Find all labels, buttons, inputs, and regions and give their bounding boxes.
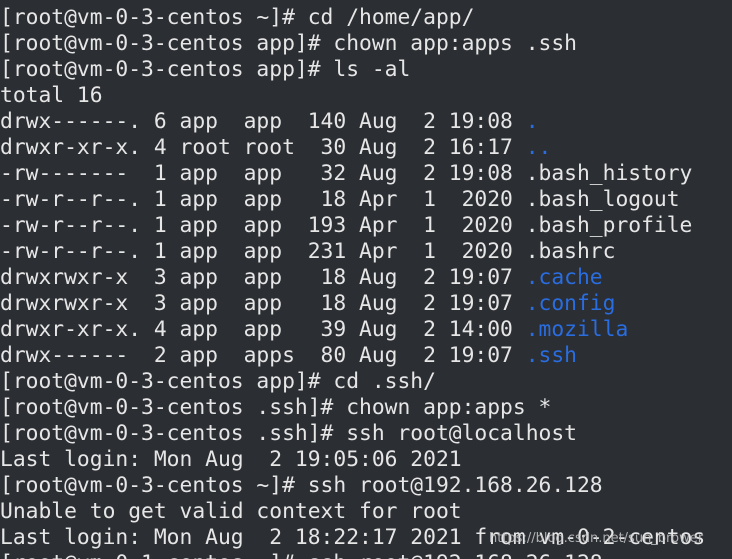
line-text: [root@vm-0-3-centos app]# chown app:apps… bbox=[0, 31, 577, 56]
terminal-line: -rw-r--r--. 1 app app 18 Apr 1 2020 .bas… bbox=[0, 187, 680, 213]
terminal-line: [root@vm-0-3-centos app]# cd .ssh/ bbox=[0, 369, 436, 395]
line-text: drwxrwxr-x 3 app app 18 Aug 2 19:07 bbox=[0, 265, 526, 290]
terminal-line: drwx------ 2 app apps 80 Aug 2 19:07 .ss… bbox=[0, 343, 577, 369]
directory-name: .. bbox=[525, 135, 552, 160]
terminal-line: drwxrwxr-x 3 app app 18 Aug 2 19:07 .con… bbox=[0, 291, 615, 317]
line-text: [root@vm-0-3-centos app]# ls -al bbox=[0, 57, 411, 82]
terminal-line: [root@vm-0-3-centos .ssh]# chown app:app… bbox=[0, 395, 551, 421]
line-text: [root@vm-0-3-centos .ssh]# chown app:app… bbox=[0, 395, 552, 420]
line-text: [root@vm-0-1-centos ~]# ssh root@192.168… bbox=[0, 551, 603, 559]
terminal-line: -rw-r--r--. 1 app app 231 Apr 1 2020 .ba… bbox=[0, 239, 615, 265]
directory-name: .cache bbox=[525, 265, 603, 290]
line-text: drwxr-xr-x. 4 root root 30 Aug 2 16:17 bbox=[0, 135, 526, 160]
terminal-line: Last login: Mon Aug 2 19:05:06 2021 bbox=[0, 447, 462, 473]
terminal-line: total 16 bbox=[0, 83, 103, 109]
line-text: [root@vm-0-3-centos .ssh]# ssh root@loca… bbox=[0, 421, 577, 446]
directory-name: . bbox=[525, 109, 539, 134]
terminal-line: -rw------- 1 app app 32 Aug 2 19:08 .bas… bbox=[0, 161, 692, 187]
terminal-line: [root@vm-0-3-centos ~]# cd /home/app/ bbox=[0, 5, 474, 31]
terminal-window[interactable]: [root@vm-0-3-centos ~]# cd /home/app/ [r… bbox=[0, 0, 732, 559]
terminal-line: drwx------. 6 app app 140 Aug 2 19:08 . bbox=[0, 109, 539, 135]
line-text: [root@vm-0-3-centos ~]# ssh root@192.168… bbox=[0, 473, 603, 498]
watermark: https://blog.csdn.net/sun_brower bbox=[489, 531, 704, 546]
line-text: [root@vm-0-3-centos app]# cd .ssh/ bbox=[0, 369, 436, 394]
line-text: total 16 bbox=[0, 83, 103, 108]
line-text: drwxr-xr-x. 4 app app 39 Aug 2 14:00 bbox=[0, 317, 526, 342]
terminal-line: [root@vm-0-3-centos app]# chown app:apps… bbox=[0, 31, 577, 57]
terminal-line: drwxr-xr-x. 4 root root 30 Aug 2 16:17 .… bbox=[0, 135, 551, 161]
line-text: -rw-r--r--. 1 app app 231 Apr 1 2020 .ba… bbox=[0, 239, 616, 264]
terminal-line: [root@vm-0-3-centos app]# ls -al bbox=[0, 57, 410, 83]
directory-name: .config bbox=[525, 291, 616, 316]
terminal-line: drwxr-xr-x. 4 app app 39 Aug 2 14:00 .mo… bbox=[0, 317, 628, 343]
line-text: drwxrwxr-x 3 app app 18 Aug 2 19:07 bbox=[0, 291, 526, 316]
line-text: -rw-r--r--. 1 app app 193 Apr 1 2020 .ba… bbox=[0, 213, 693, 238]
terminal-line: Unable to get valid context for root bbox=[0, 499, 462, 525]
line-text: Last login: Mon Aug 2 19:05:06 2021 bbox=[0, 447, 462, 472]
line-text: drwx------. 6 app app 140 Aug 2 19:08 bbox=[0, 109, 526, 134]
line-text: -rw------- 1 app app 32 Aug 2 19:08 .bas… bbox=[0, 161, 693, 186]
directory-name: .ssh bbox=[525, 343, 577, 368]
terminal-line: -rw-r--r--. 1 app app 193 Apr 1 2020 .ba… bbox=[0, 213, 692, 239]
line-text: drwx------ 2 app apps 80 Aug 2 19:07 bbox=[0, 343, 526, 368]
terminal-line: [root@vm-0-1-centos ~]# ssh root@192.168… bbox=[0, 551, 603, 559]
terminal-line: drwxrwxr-x 3 app app 18 Aug 2 19:07 .cac… bbox=[0, 265, 603, 291]
line-text: Unable to get valid context for root bbox=[0, 499, 462, 524]
line-text: -rw-r--r--. 1 app app 18 Apr 1 2020 .bas… bbox=[0, 187, 680, 212]
line-text: [root@vm-0-3-centos ~]# cd /home/app/ bbox=[0, 5, 475, 30]
directory-name: .mozilla bbox=[525, 317, 629, 342]
terminal-line: [root@vm-0-3-centos ~]# ssh root@192.168… bbox=[0, 473, 603, 499]
terminal-line: [root@vm-0-3-centos .ssh]# ssh root@loca… bbox=[0, 421, 577, 447]
